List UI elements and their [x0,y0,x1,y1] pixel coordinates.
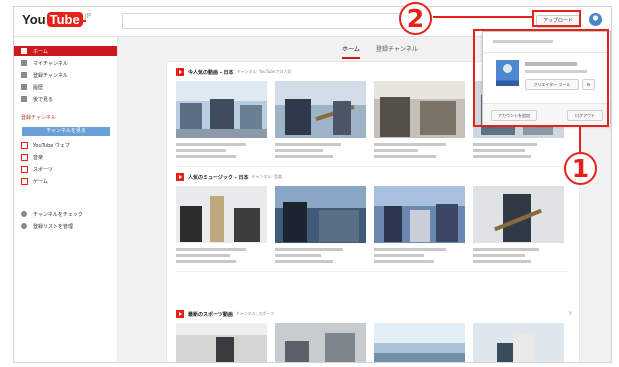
callout-number-2: 2 [399,2,432,35]
callout-number-1: 1 [564,152,597,185]
callout-leader-lines [433,16,581,152]
